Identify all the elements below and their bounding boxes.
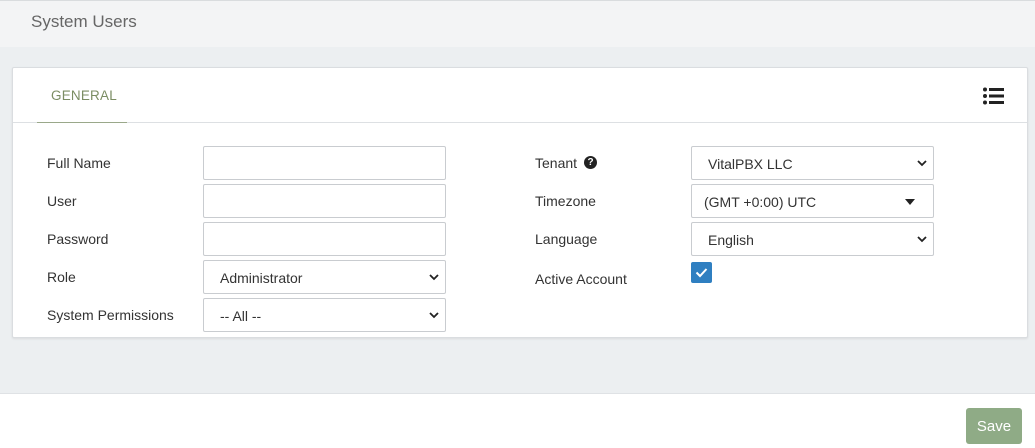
list-icon[interactable] <box>983 87 1005 105</box>
tab-general[interactable]: GENERAL <box>37 68 127 123</box>
chevron-down-icon <box>429 312 439 319</box>
chevron-down-icon <box>429 274 439 281</box>
save-button[interactable]: Save <box>966 408 1022 444</box>
active-account-checkbox[interactable] <box>691 262 712 283</box>
user-label: User <box>47 193 77 209</box>
chevron-down-icon <box>917 236 927 243</box>
timezone-select[interactable]: (GMT +0:00) UTC <box>691 184 934 218</box>
footer: Save <box>0 393 1035 448</box>
page-title: System Users <box>31 12 137 31</box>
full-name-label: Full Name <box>47 155 111 171</box>
caret-down-icon <box>905 199 915 205</box>
user-form-card: GENERAL Full Name User Password Role Adm… <box>12 67 1028 338</box>
active-account-label: Active Account <box>535 271 627 287</box>
language-label: Language <box>535 231 598 247</box>
role-select[interactable]: Administrator <box>203 260 446 294</box>
tenant-label: Tenant <box>535 155 578 171</box>
timezone-label: Timezone <box>535 193 596 209</box>
system-permissions-label: System Permissions <box>47 307 174 323</box>
user-input[interactable] <box>203 184 446 218</box>
check-icon <box>695 268 708 278</box>
role-select-value: Administrator <box>220 270 303 286</box>
chevron-down-icon <box>917 160 927 167</box>
full-name-input[interactable] <box>203 146 446 180</box>
tenant-select[interactable]: VitalPBX LLC <box>691 146 934 180</box>
timezone-select-value: (GMT +0:00) UTC <box>704 194 817 210</box>
system-permissions-select-value: -- All -- <box>220 308 262 324</box>
page-header: System Users <box>0 0 1035 47</box>
language-select-value: English <box>708 232 754 248</box>
language-select[interactable]: English <box>691 222 934 256</box>
tab-general-label: GENERAL <box>51 88 117 103</box>
tenant-select-value: VitalPBX LLC <box>708 156 793 172</box>
tab-bar: GENERAL <box>13 68 1027 123</box>
role-label: Role <box>47 269 76 285</box>
password-input[interactable] <box>203 222 446 256</box>
question-circle-icon[interactable]: ? <box>584 156 597 169</box>
system-permissions-select[interactable]: -- All -- <box>203 298 446 332</box>
password-label: Password <box>47 231 109 247</box>
